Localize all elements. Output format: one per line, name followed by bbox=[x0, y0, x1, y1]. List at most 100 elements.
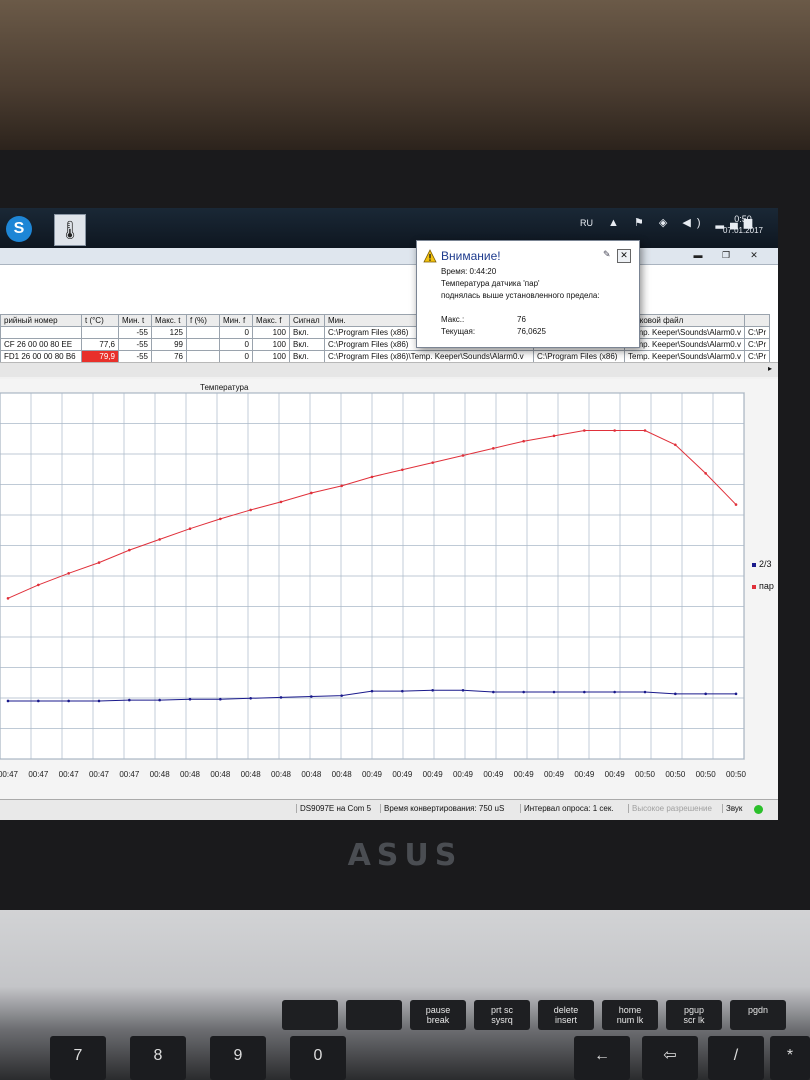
skype-taskbar-icon[interactable]: S bbox=[6, 216, 32, 242]
data-point bbox=[279, 500, 283, 504]
data-point bbox=[704, 692, 707, 696]
key-numpad-left[interactable]: ⇦ bbox=[642, 1036, 698, 1080]
clock-time[interactable]: 0:50 bbox=[716, 214, 770, 224]
col-min-f[interactable]: Мин. f bbox=[219, 314, 253, 327]
number-key-row: 7 8 9 0 ← ⇦ / * bbox=[0, 1036, 810, 1080]
x-tick-label: 00:48 bbox=[332, 770, 353, 779]
data-point bbox=[461, 688, 465, 692]
clock-date[interactable]: 07.01.2017 bbox=[716, 226, 770, 235]
x-tick-label: 00:47 bbox=[28, 770, 49, 779]
cell-extra: C:\Pr bbox=[743, 326, 771, 339]
settings-wrench-icon[interactable]: ✎ bbox=[603, 249, 611, 260]
key-0[interactable]: 0 bbox=[290, 1036, 346, 1080]
key-pgup[interactable]: pgup scr lk bbox=[666, 1000, 722, 1030]
data-point bbox=[188, 697, 192, 701]
cell-temp: 77,6 bbox=[81, 338, 119, 351]
key-prtsc[interactable]: prt sc sysrq bbox=[474, 1000, 530, 1030]
scroll-right-icon[interactable]: ▸ bbox=[768, 364, 772, 373]
data-point bbox=[583, 429, 586, 432]
table-row[interactable]: CF 26 00 00 80 EE 77,6 -55 99 0 100 Вкл.… bbox=[0, 338, 771, 351]
data-point bbox=[552, 690, 556, 694]
data-point bbox=[704, 472, 707, 475]
key-numpad-divide[interactable]: / bbox=[708, 1036, 764, 1080]
key-backspace[interactable]: ← bbox=[574, 1036, 630, 1080]
cell-min-t: -55 bbox=[118, 338, 152, 351]
col-extra[interactable] bbox=[743, 314, 771, 327]
table-header-row: рийный номер t (°C) Мин. t Макс. t f (%)… bbox=[0, 314, 771, 327]
cell-serial bbox=[0, 326, 82, 339]
restore-button[interactable]: ❐ bbox=[716, 250, 736, 261]
x-tick-label: 00:49 bbox=[453, 770, 474, 779]
cell-f bbox=[186, 326, 220, 339]
legend-item-2-3[interactable]: 2/3 bbox=[752, 559, 774, 569]
key-9[interactable]: 9 bbox=[210, 1036, 266, 1080]
data-point bbox=[613, 429, 616, 432]
notification-max-label: Макс.: bbox=[441, 315, 465, 324]
data-point bbox=[158, 538, 161, 541]
key-top: pgup bbox=[683, 1005, 705, 1015]
table-scrollbar[interactable]: ▸ bbox=[0, 362, 778, 377]
temperature-chart: 00:47 00:47 00:47 00:47 00:47 00:48 00:48 00:48… bbox=[0, 379, 778, 799]
key-bottom: scr lk bbox=[683, 1015, 705, 1025]
x-tick-label: 00:48 bbox=[241, 770, 262, 779]
key-8[interactable]: 8 bbox=[130, 1036, 186, 1080]
cell-signal: Вкл. bbox=[289, 326, 325, 339]
table-row[interactable]: -55 125 0 100 Вкл. C:\Program Files (x86… bbox=[0, 326, 771, 339]
key-pause[interactable]: pause break bbox=[410, 1000, 466, 1030]
col-sound-file[interactable]: звуковой файл bbox=[624, 314, 745, 327]
table-row[interactable]: FD1 26 00 00 80 B6 79,9 -55 76 0 100 Вкл… bbox=[0, 350, 771, 363]
cell-extra: C:\Pr bbox=[743, 338, 771, 351]
status-led-icon bbox=[754, 805, 763, 814]
col-f[interactable]: f (%) bbox=[186, 314, 220, 327]
data-point bbox=[492, 447, 495, 450]
data-point bbox=[188, 527, 192, 530]
language-indicator[interactable]: RU bbox=[580, 218, 593, 228]
cell-extra: C:\Pr bbox=[743, 350, 771, 363]
key-top: prt sc bbox=[490, 1005, 513, 1015]
key-pgdn[interactable]: pgdn bbox=[730, 1000, 786, 1030]
x-tick-label: 00:49 bbox=[574, 770, 595, 779]
data-point bbox=[249, 508, 252, 512]
warning-icon bbox=[423, 249, 437, 263]
legend-item-par[interactable]: пар bbox=[752, 581, 774, 591]
x-tick-label: 00:50 bbox=[696, 770, 717, 779]
taskbar: S 🌡 RU ▲ ⚑ ◈ ◀) ▂▄▆ 0:50 07.01.2017 bbox=[0, 208, 778, 248]
notification-close-button[interactable]: ✕ bbox=[617, 249, 631, 263]
col-serial[interactable]: рийный номер bbox=[0, 314, 82, 327]
key-home[interactable]: home num lk bbox=[602, 1000, 658, 1030]
sensor-table: рийный номер t (°C) Мин. t Макс. t f (%)… bbox=[0, 314, 771, 363]
key-f12[interactable] bbox=[346, 1000, 402, 1030]
data-point bbox=[219, 517, 222, 521]
x-tick-label: 00:47 bbox=[89, 770, 110, 779]
col-min-t[interactable]: Мин. t bbox=[118, 314, 152, 327]
legend-label: 2/3 bbox=[759, 559, 772, 569]
col-signal[interactable]: Сигнал bbox=[289, 314, 325, 327]
thermometer-app-icon[interactable]: 🌡 bbox=[54, 214, 86, 246]
key-numpad-multiply[interactable]: * bbox=[770, 1036, 810, 1080]
key-delete[interactable]: delete insert bbox=[538, 1000, 594, 1030]
x-tick-label: 00:49 bbox=[483, 770, 504, 779]
data-point bbox=[370, 475, 374, 479]
function-key-row: pause break prt sc sysrq delete insert home… bbox=[0, 1000, 810, 1030]
cell-min-t: -55 bbox=[118, 326, 152, 339]
col-temp[interactable]: t (°C) bbox=[81, 314, 119, 327]
key-7[interactable]: 7 bbox=[50, 1036, 106, 1080]
col-max-t[interactable]: Макс. t bbox=[151, 314, 187, 327]
alarm-notification[interactable]: Внимание! ✎ ✕ Время: 0:44:20 Температура… bbox=[416, 240, 640, 348]
status-interval: Интервал опроса: 1 сек. bbox=[520, 804, 617, 813]
close-button[interactable]: ✕ bbox=[744, 250, 764, 261]
cell-signal: Вкл. bbox=[289, 338, 325, 351]
minimize-button[interactable]: ▬ bbox=[688, 250, 708, 261]
cell-max-f: 100 bbox=[252, 338, 290, 351]
data-point bbox=[6, 597, 10, 600]
cell-sound-file: Temp. Keeper\Sounds\Alarm0.v bbox=[624, 326, 745, 339]
key-f11[interactable] bbox=[282, 1000, 338, 1030]
col-max-f[interactable]: Макс. f bbox=[252, 314, 290, 327]
cell-min-sound: C:\Program Files (x86)\Temp. Keeper\Soun… bbox=[324, 350, 534, 363]
cell-min-f: 0 bbox=[219, 326, 253, 339]
cell-signal: Вкл. bbox=[289, 350, 325, 363]
background-wall bbox=[0, 0, 810, 150]
cell-max-t: 99 bbox=[151, 338, 187, 351]
data-point bbox=[340, 484, 343, 488]
status-hires: Высокое разрешение bbox=[628, 804, 715, 813]
